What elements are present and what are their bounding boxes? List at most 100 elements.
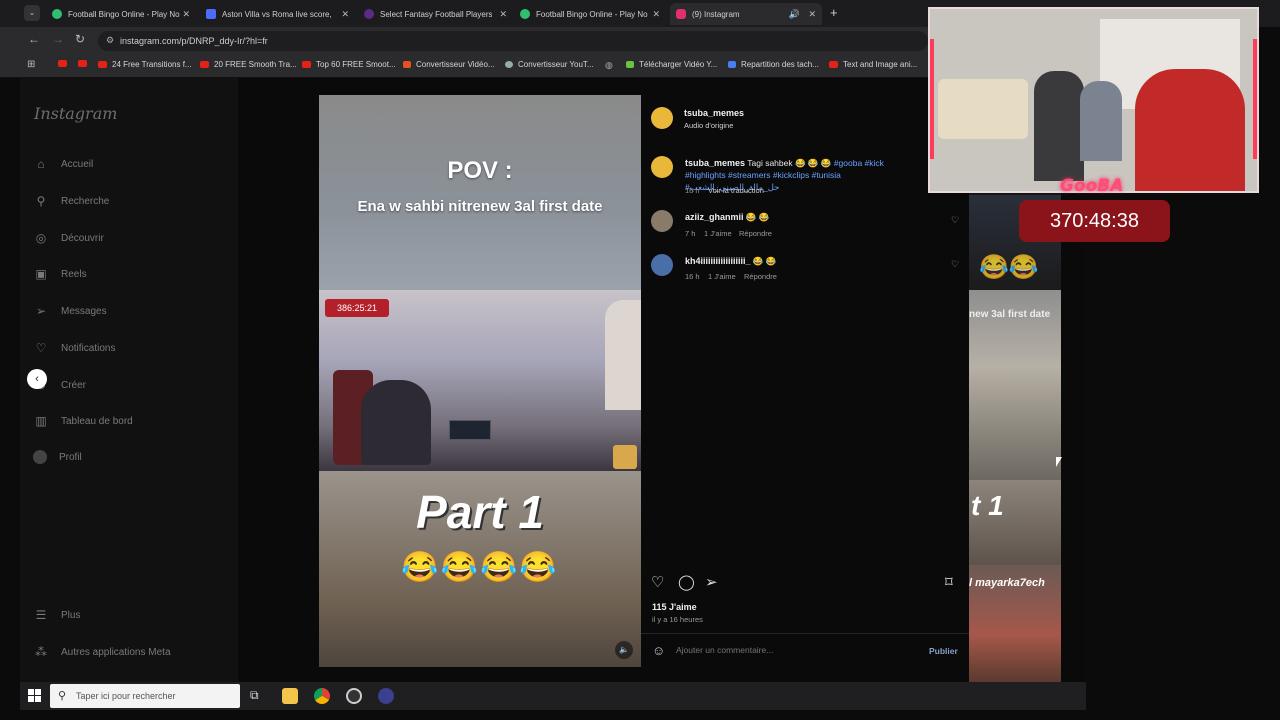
- translate-link[interactable]: Voir la traduction: [708, 186, 764, 195]
- stream-timer-badge: 386:25:21: [325, 299, 390, 317]
- post-author[interactable]: tsuba_memes: [684, 108, 744, 118]
- comment-like-heart-icon[interactable]: ♡: [951, 215, 959, 226]
- bookmark-item[interactable]: Convertisseur Vidéo...: [403, 60, 495, 69]
- tab-list-dropdown-icon[interactable]: ⌄: [24, 5, 40, 21]
- browser-tab[interactable]: Aston Villa vs Roma live score, l ✕: [200, 3, 355, 25]
- sidebar-item-notifications[interactable]: ♡ Notifications: [33, 340, 116, 356]
- comment-likes[interactable]: 1 J'aime: [704, 229, 732, 238]
- browser-tab[interactable]: Select Fantasy Football Players ✕: [358, 3, 513, 25]
- sidebar-item-accueil[interactable]: ⌂ Accueil: [33, 156, 93, 172]
- bookmark-item[interactable]: 24 Free Transitions f...: [98, 60, 192, 69]
- file-explorer-icon[interactable]: [282, 688, 298, 704]
- comment-like-heart-icon[interactable]: ♡: [951, 259, 959, 270]
- close-tab-icon[interactable]: ✕: [341, 9, 349, 20]
- comment-username[interactable]: aziiz_ghanmii: [685, 212, 744, 222]
- bookmark-label: Text and Image ani...: [843, 60, 918, 69]
- reload-icon[interactable]: ↻: [75, 32, 85, 46]
- comment-username[interactable]: kh4iiiiiiiiiiiiiiiiii_: [685, 256, 751, 266]
- back-arrow-icon[interactable]: ←: [28, 32, 40, 46]
- bookmark-save-icon[interactable]: ⌑: [945, 573, 953, 591]
- apps-grid-icon[interactable]: ⊞: [27, 59, 35, 70]
- bookmark-youtube-icon[interactable]: [78, 60, 92, 67]
- sidebar-item-reels[interactable]: ▣ Reels: [33, 266, 86, 282]
- caption-avatar[interactable]: [651, 156, 673, 178]
- reel-video[interactable]: POV : Ena w sahbi nitrenew 3al first dat…: [319, 95, 641, 667]
- sidebar-item-profil[interactable]: Profil: [33, 450, 82, 464]
- webcam-light-right: [1253, 39, 1257, 159]
- comment-text: 😂 😂: [745, 212, 770, 222]
- site-info-icon[interactable]: ⚙: [106, 35, 114, 46]
- laptop: [449, 420, 491, 440]
- comment-avatar[interactable]: [651, 254, 673, 276]
- sidebar-item-label: Profil: [59, 451, 82, 463]
- like-heart-icon[interactable]: ♡: [651, 573, 664, 591]
- share-send-icon[interactable]: ➢: [705, 573, 718, 591]
- forward-arrow-icon[interactable]: →: [52, 32, 64, 46]
- caption-username[interactable]: tsuba_memes: [685, 158, 745, 168]
- browser-tab[interactable]: Football Bingo Online - Play No ✕: [46, 3, 196, 25]
- browser-tab[interactable]: Football Bingo Online - Play No ✕: [514, 3, 666, 25]
- windows-start-icon[interactable]: [28, 689, 41, 702]
- close-tab-icon[interactable]: ✕: [808, 9, 816, 20]
- media-player-icon[interactable]: [378, 688, 394, 704]
- subathon-timer: 370:48:38: [1019, 200, 1170, 242]
- browser-tab-active[interactable]: (9) Instagram 🔊 ✕: [670, 3, 822, 25]
- taskbar-search-input[interactable]: ⚲ Taper ici pour rechercher: [50, 684, 240, 708]
- comment-row: kh4iiiiiiiiiiiiiiiiii_ 😂 😂: [685, 256, 776, 267]
- close-tab-icon[interactable]: ✕: [499, 9, 507, 20]
- sidebar-item-decouvrir[interactable]: ◎ Découvrir: [33, 230, 104, 246]
- sidebar-item-label: Messages: [61, 305, 107, 317]
- comment-likes[interactable]: 1 J'aime: [708, 272, 736, 281]
- obs-icon[interactable]: [346, 688, 362, 704]
- speaker-icon[interactable]: 🔊: [789, 9, 800, 20]
- dashboard-icon: ▥: [35, 414, 47, 428]
- suggested-reel-tile[interactable]: new 3al first date: [969, 290, 1061, 480]
- sidebar-item-plus[interactable]: ☰ Plus: [33, 607, 81, 623]
- audio-label[interactable]: Audio d'origine: [684, 121, 733, 130]
- close-tab-icon[interactable]: ✕: [182, 9, 190, 20]
- sidebar-item-recherche[interactable]: ⚲ Recherche: [33, 193, 110, 209]
- suggested-reel-tile[interactable]: t 1: [969, 480, 1061, 565]
- chrome-icon[interactable]: [314, 688, 330, 704]
- collapse-sidebar-button[interactable]: ‹: [27, 369, 47, 389]
- sidebar-item-meta[interactable]: ⁂ Autres applications Meta: [33, 644, 171, 660]
- author-avatar[interactable]: [651, 107, 673, 129]
- publish-button[interactable]: Publier: [929, 646, 958, 656]
- instagram-logo[interactable]: Instagram: [34, 104, 117, 123]
- likes-count[interactable]: 115 J'aime: [652, 602, 697, 612]
- sidebar-item-messages[interactable]: ➢ Messages: [33, 303, 107, 319]
- comment-time: 7 h: [685, 229, 696, 238]
- bookmark-item[interactable]: Top 60 FREE Smoot...: [302, 60, 396, 69]
- suggested-reel-tile[interactable]: l mayarka7ech: [969, 565, 1061, 682]
- post-timestamp: il y a 16 heures: [652, 615, 703, 624]
- close-tab-icon[interactable]: ✕: [652, 9, 660, 20]
- reels-icon: ▣: [35, 267, 47, 281]
- sidebar-meta-label: Autres applications Meta: [61, 646, 171, 658]
- bookmark-youtube-icon[interactable]: [58, 60, 72, 67]
- sidebar-item-tableau-de-bord[interactable]: ▥ Tableau de bord: [33, 413, 132, 429]
- comment-bubble-icon[interactable]: ◯: [678, 573, 695, 591]
- bookmark-item[interactable]: Convertisseur YouT...: [505, 60, 594, 69]
- emoji-picker-icon[interactable]: ☺: [652, 643, 665, 658]
- bookmark-label: 20 FREE Smooth Tra...: [214, 60, 297, 69]
- gooba-logo: GooBA: [1060, 176, 1124, 196]
- comment-input[interactable]: [676, 643, 906, 657]
- bookmark-item[interactable]: Text and Image ani...: [829, 60, 917, 69]
- mouse-cursor: [1056, 457, 1062, 467]
- bookmark-globe-icon[interactable]: ◍: [605, 60, 613, 71]
- task-view-icon[interactable]: ⧉: [250, 688, 266, 704]
- address-bar-input[interactable]: ⚙ instagram.com/p/DNRP_ddy-Ir/?hl=fr: [98, 31, 928, 51]
- new-tab-icon[interactable]: +: [830, 5, 838, 20]
- video-top-blur: [319, 95, 641, 290]
- mute-toggle-icon[interactable]: 🔈: [615, 641, 633, 659]
- bookmark-item[interactable]: 20 FREE Smooth Tra...: [200, 60, 297, 69]
- comment-avatar[interactable]: [651, 210, 673, 232]
- comment-reply-button[interactable]: Répondre: [744, 272, 777, 281]
- bookmark-item[interactable]: Télécharger Vidéo Y...: [626, 60, 717, 69]
- download-icon: [626, 61, 634, 68]
- webcam-couch: [938, 79, 1028, 139]
- bookmark-item[interactable]: Repartition des tach...: [728, 60, 819, 69]
- comment-row: aziiz_ghanmii 😂 😂: [685, 212, 769, 223]
- comment-reply-button[interactable]: Répondre: [739, 229, 772, 238]
- tab-label: Select Fantasy Football Players: [380, 9, 492, 19]
